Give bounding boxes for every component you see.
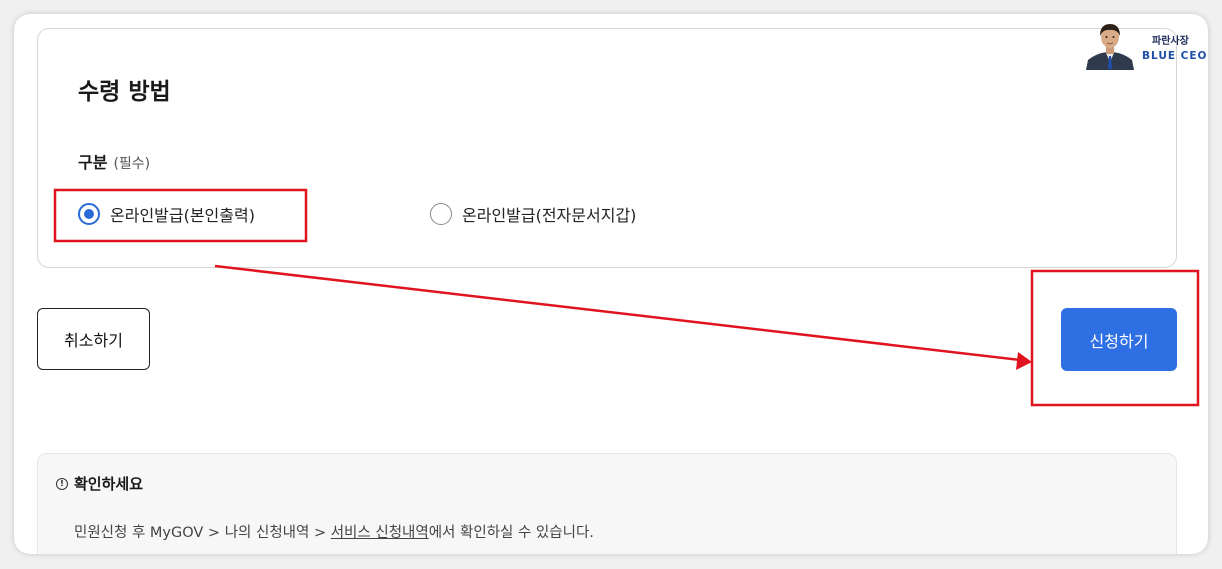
- notice-text-before: 민원신청 후 MyGOV > 나의 신청내역 >: [74, 525, 331, 541]
- brand-name-en: BLUE CEO: [1142, 50, 1208, 62]
- field-label: 구분 (필수): [78, 149, 150, 173]
- receipt-method-card: 수령 방법 구분 (필수) 온라인발급(본인출력) 온라인발급(전자문서지갑): [37, 28, 1177, 268]
- radio-option-e-wallet[interactable]: 온라인발급(전자문서지갑): [430, 202, 636, 226]
- required-note: (필수): [113, 156, 151, 172]
- radio-label-e-wallet: 온라인발급(전자문서지갑): [462, 206, 637, 225]
- brand-name-kr: 파란사장: [1152, 36, 1189, 47]
- notice-box: ! 확인하세요 민원신청 후 MyGOV > 나의 신청내역 > 서비스 신청내…: [37, 453, 1177, 554]
- radio-checked-icon[interactable]: [78, 203, 100, 225]
- ceo-avatar-icon: [1086, 24, 1134, 70]
- info-icon: !: [56, 477, 68, 490]
- notice-header: ! 확인하세요: [56, 473, 143, 494]
- field-label-text: 구분: [78, 153, 108, 172]
- radio-option-self-print[interactable]: 온라인발급(본인출력): [78, 202, 255, 226]
- radio-unchecked-icon[interactable]: [430, 203, 452, 225]
- service-history-link[interactable]: 서비스 신청내역: [331, 525, 429, 541]
- notice-text-after: 에서 확인하실 수 있습니다.: [428, 525, 594, 541]
- notice-title: 확인하세요: [74, 475, 144, 493]
- notice-text: 민원신청 후 MyGOV > 나의 신청내역 > 서비스 신청내역에서 확인하실…: [74, 521, 594, 542]
- section-title: 수령 방법: [78, 79, 171, 105]
- brand-watermark: 파란사장 BLUE CEO: [1084, 22, 1208, 70]
- page-frame: 수령 방법 구분 (필수) 온라인발급(본인출력) 온라인발급(전자문서지갑) 취…: [14, 14, 1208, 554]
- radio-label-self-print: 온라인발급(본인출력): [110, 206, 255, 225]
- submit-button[interactable]: 신청하기: [1061, 308, 1177, 371]
- cancel-button[interactable]: 취소하기: [37, 308, 150, 370]
